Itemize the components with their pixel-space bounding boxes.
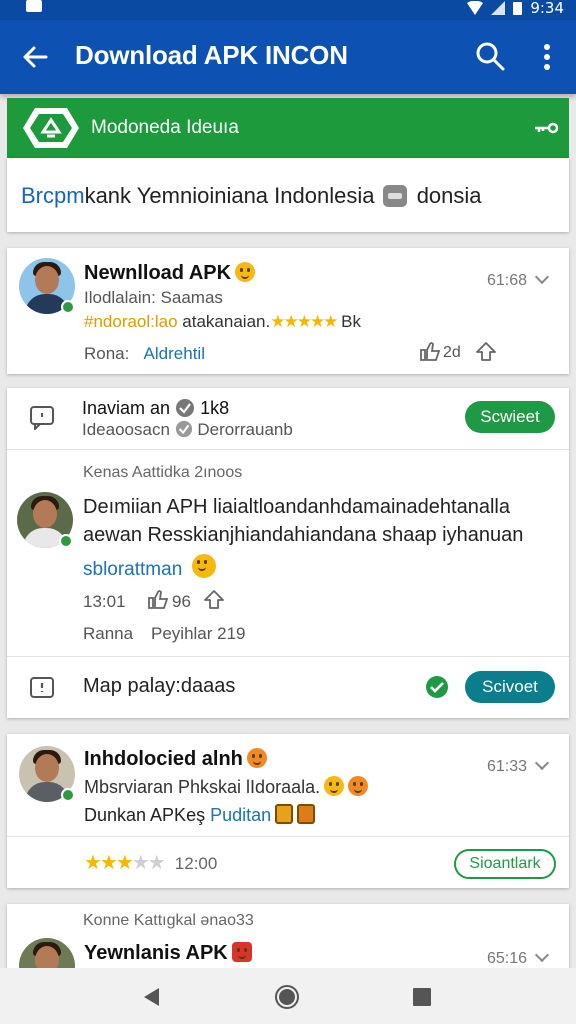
post-card-3[interactable]: Inhdolocied alnh 61:33 Mbsrviaran Phkska… bbox=[7, 734, 569, 888]
post-author: Newnlload APK bbox=[84, 262, 232, 284]
post-time: 65:16 bbox=[487, 950, 528, 967]
footer-value: Peyihlar 219 bbox=[151, 624, 246, 643]
chevron-down-icon[interactable] bbox=[534, 947, 550, 963]
post-title: Inaviam an bbox=[82, 398, 171, 418]
post-body-line1: Deımiian APH liaialtloandanhdamainadehta… bbox=[83, 496, 510, 518]
post-subtitle-b: Derorrauanb bbox=[197, 420, 293, 439]
post-card-4[interactable]: Konne Kattıgkal ənao33 Yewnlanis APK 65:… bbox=[7, 904, 569, 968]
banner-label: Modoneda Ideuıa bbox=[91, 117, 239, 138]
section-label: Konne Kattıgkal ənao33 bbox=[83, 912, 254, 929]
post-subtitle-a: Ideaoosacn bbox=[82, 420, 170, 439]
like-count: 2d bbox=[443, 344, 461, 361]
nav-home-icon[interactable] bbox=[274, 984, 300, 1010]
apk-logo-icon bbox=[23, 108, 79, 148]
thumbs-up-icon[interactable] bbox=[147, 588, 169, 610]
check-icon bbox=[175, 420, 192, 438]
search-icon[interactable] bbox=[474, 40, 506, 72]
post-time: 13:01 bbox=[83, 592, 126, 611]
smile-emoji-icon bbox=[235, 262, 256, 282]
comment-icon bbox=[30, 406, 54, 430]
group-banner[interactable]: Modoneda Ideuıa bbox=[7, 98, 569, 158]
post-link[interactable]: Puditan bbox=[210, 805, 271, 825]
thumbs-up-icon[interactable] bbox=[419, 340, 441, 362]
group-title: Brcpmkank Yemnioiniana Indonlesia donsia bbox=[21, 183, 482, 208]
post-subtitle: Ilodlalain: Saamas bbox=[84, 288, 223, 307]
avatar[interactable] bbox=[19, 258, 75, 314]
avatar[interactable] bbox=[17, 492, 73, 548]
share-icon[interactable] bbox=[475, 340, 497, 362]
angry-emoji-icon bbox=[348, 776, 369, 796]
more-vert-icon[interactable] bbox=[534, 42, 560, 72]
sweat-emoji-icon bbox=[324, 776, 345, 796]
notification-icon bbox=[26, 0, 42, 12]
system-nav-bar bbox=[0, 968, 576, 1024]
map-text: Map palay:daaas bbox=[83, 675, 236, 697]
body-link[interactable]: sblorattman bbox=[83, 559, 182, 580]
smile-emoji-icon bbox=[192, 554, 217, 578]
footer-link[interactable]: Aldrehtil bbox=[144, 344, 205, 363]
post-time: 61:33 bbox=[487, 758, 528, 775]
rating-stars: ★★★★★ bbox=[270, 312, 338, 331]
keyboard-icon bbox=[382, 185, 407, 207]
verified-check-icon bbox=[176, 399, 195, 417]
avatar[interactable] bbox=[19, 938, 75, 968]
post-card-2[interactable]: Inaviam an 1k8 Ideaoosacn Derorrauanb Sc… bbox=[7, 388, 569, 718]
signal-icon bbox=[491, 1, 506, 15]
back-arrow-icon[interactable] bbox=[20, 42, 50, 72]
nav-recents-icon[interactable] bbox=[412, 987, 432, 1007]
post-time: 61:68 bbox=[487, 272, 528, 289]
outline-action-button[interactable]: Sioantlark bbox=[454, 849, 556, 879]
map-pin-icon bbox=[30, 677, 54, 698]
chevron-down-icon[interactable] bbox=[534, 755, 550, 771]
post-author: Yewnlanis APK bbox=[84, 942, 228, 964]
post-card-1[interactable]: Newnlload APK 61:68 Ilodlalain: Saamas #… bbox=[7, 248, 569, 374]
rating-stars: ★★★★★ bbox=[84, 852, 166, 874]
post-subtitle: Mbsrviaran Phkskai lIdoraala. bbox=[84, 777, 321, 797]
chevron-down-icon[interactable] bbox=[534, 269, 550, 285]
gift-emoji-icon bbox=[231, 942, 252, 962]
post-body-line2: aewan Resskianjhiandahiandana shaap iyha… bbox=[83, 524, 524, 546]
status-bar: 9:34 bbox=[0, 0, 576, 20]
post-footer: Rona: Aldrehtil bbox=[84, 344, 205, 363]
select-button[interactable]: Scwieet bbox=[465, 401, 555, 433]
nav-back-icon[interactable] bbox=[141, 986, 161, 1008]
battery-icon bbox=[513, 2, 523, 15]
check-circle-icon bbox=[426, 676, 448, 698]
share-icon[interactable] bbox=[203, 588, 225, 610]
key-icon[interactable] bbox=[533, 116, 559, 140]
avatar[interactable] bbox=[19, 746, 75, 802]
like-count: 96 bbox=[172, 592, 191, 611]
wifi-icon bbox=[467, 1, 484, 15]
face-emoji-icon bbox=[246, 748, 267, 768]
map-select-button[interactable]: Scivoet bbox=[465, 671, 555, 703]
rating-time: 12:00 bbox=[174, 854, 218, 873]
group-title-box: Brcpmkank Yemnioiniana Indonlesia donsia bbox=[7, 158, 569, 232]
status-time: 9:34 bbox=[530, 0, 564, 17]
post-rating-line: #ndoraol:lao atakanaian.★★★★★ Bk bbox=[84, 312, 361, 331]
app-icon bbox=[275, 804, 294, 824]
section-label: Kenas Aattidka 2ınoos bbox=[83, 464, 243, 481]
app-bar: Download APK INCON bbox=[0, 20, 576, 94]
app-icon bbox=[297, 804, 316, 824]
app-bar-title: Download APK INCON bbox=[75, 40, 348, 70]
post-author: Inhdolocied alnh bbox=[84, 748, 243, 770]
footer-label: Ranna bbox=[83, 624, 134, 643]
